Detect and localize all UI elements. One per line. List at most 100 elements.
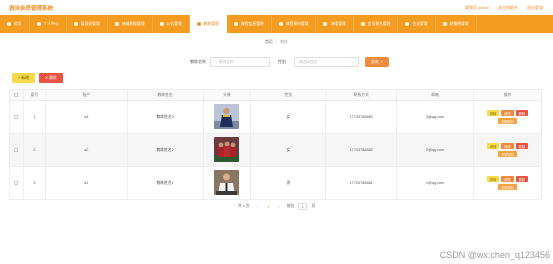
reset-password-button[interactable]: 重置密码: [498, 151, 517, 157]
cell-account: a1: [44, 166, 128, 200]
delete-button[interactable]: 删除: [515, 176, 529, 182]
cell-avatar: [202, 100, 252, 134]
nav-item-coach[interactable]: 教练管理: [189, 15, 227, 33]
col-name: 教练姓名: [126, 89, 204, 101]
cell-email: 1@qq.com: [396, 166, 474, 200]
row-checkbox[interactable]: [14, 147, 19, 152]
col-avatar: 头像: [202, 89, 252, 101]
nav-icon: [196, 22, 201, 26]
edit-button[interactable]: 修改: [501, 110, 514, 116]
cell-phone: 17703786883: [325, 100, 398, 134]
breadcrumb-separator: /: [275, 39, 278, 44]
select-all-checkbox[interactable]: [14, 92, 19, 97]
name-label: 教练名称: [190, 59, 206, 64]
cell-gender: 男: [250, 166, 327, 200]
row-select-cell[interactable]: [9, 100, 24, 134]
cell-gender: 女: [250, 133, 327, 167]
delete-button[interactable]: 删除: [515, 110, 529, 116]
cell-index: 2: [22, 133, 46, 167]
edit-button[interactable]: 修改: [501, 143, 514, 149]
nav-icon: [114, 22, 119, 26]
next-page-button[interactable]: ›: [276, 203, 283, 210]
col-account: 账户: [44, 89, 128, 101]
prev-page-button[interactable]: ‹: [254, 203, 261, 210]
table-header-row: 索引 账户 教练姓名 头像 性别 联系方式 邮箱 操作: [9, 89, 543, 101]
nav-item-course[interactable]: 课程信息管理: [227, 15, 272, 33]
cell-email: 3@qq.com: [396, 100, 474, 134]
nav-item-profile[interactable]: 个人中心: [30, 15, 67, 33]
cell-index: 3: [22, 166, 46, 200]
nav-icon: [159, 22, 164, 26]
cell-phone: 17703786881: [325, 166, 398, 200]
nav-item-home[interactable]: 首页: [0, 15, 30, 33]
row-actions: 详情 修改 删除 重置密码: [477, 176, 537, 190]
nav-item-basic-data[interactable]: 基础数据管理: [108, 15, 153, 33]
nav-icon: [36, 22, 41, 26]
nav-item-notice[interactable]: 公告管理: [153, 15, 190, 33]
row-select-cell[interactable]: [9, 166, 24, 200]
nav-icon: [73, 22, 78, 26]
logout-link[interactable]: 退出登录: [527, 5, 543, 11]
goto-page-input[interactable]: 1: [298, 203, 308, 210]
col-index: 索引: [22, 89, 46, 101]
cell-operations: 详情 修改 删除 重置密码: [472, 166, 543, 200]
coach-name-input[interactable]: ⌕ 教练名称: [210, 57, 270, 67]
col-phone: 联系方式: [325, 89, 398, 101]
breadcrumb-current: 教练: [280, 39, 289, 44]
nav-item-admin[interactable]: 管理员管理: [67, 15, 108, 33]
detail-button[interactable]: 详情: [486, 143, 500, 149]
delete-button[interactable]: 删除: [515, 143, 529, 149]
cell-account: a2: [44, 133, 128, 167]
select-all-header[interactable]: [9, 89, 24, 101]
cell-name: 教练姓名1: [126, 166, 204, 200]
nav-icon: [360, 22, 365, 26]
cell-name: 教练姓名3: [126, 100, 204, 134]
batch-delete-button[interactable]: ✕ 删除: [38, 73, 63, 83]
breadcrumb: 首页 / 教练: [0, 39, 553, 45]
col-operations: 操作: [472, 89, 543, 101]
main-nav: 首页 个人中心 管理员管理 基础数据管理 公告管理 教练管理 课程信息管理 课程…: [0, 15, 553, 33]
breadcrumb-home[interactable]: 首页: [265, 39, 273, 44]
coach-photo[interactable]: [214, 104, 240, 129]
app-title: 游泳会员管理系统: [9, 6, 54, 12]
frontend-link[interactable]: 退出到前台: [498, 5, 518, 11]
coach-photo[interactable]: [214, 137, 240, 162]
search-icon: ⌕: [215, 60, 218, 64]
reset-password-button[interactable]: 重置密码: [498, 118, 517, 124]
row-checkbox[interactable]: [14, 180, 19, 185]
goto-label: 前往: [286, 204, 295, 208]
reset-password-button[interactable]: 重置密码: [498, 184, 517, 190]
page-total: 共 1 页: [237, 204, 250, 208]
admin-link[interactable]: 管理员 admin: [465, 5, 489, 11]
cell-operations: 详情 修改 删除 重置密码: [472, 133, 543, 167]
table-row: 2 a2 教练姓名2 女 17703786882 2@qq.com 详情 修改 …: [9, 133, 543, 167]
row-actions: 详情 修改 删除 重置密码: [477, 110, 537, 124]
detail-button[interactable]: 详情: [486, 176, 500, 182]
nav-item-enrollment[interactable]: 会员报名管理: [354, 15, 399, 33]
table-row: 3 a1 教练姓名1 男 17703786881 1@qq.com 详情 修改: [9, 166, 543, 200]
col-email: 邮箱: [396, 89, 474, 101]
row-checkbox[interactable]: [14, 114, 19, 119]
top-links: 管理员 admin 退出到前台 退出登录: [465, 5, 543, 11]
nav-item-booking[interactable]: 课程预约管理: [272, 15, 317, 33]
gender-select[interactable]: 请选择性别 ⌄: [294, 57, 359, 67]
col-gender: 性别: [250, 89, 327, 101]
nav-icon: [7, 22, 11, 26]
nav-icon: [405, 22, 410, 26]
detail-button[interactable]: 详情: [486, 110, 500, 116]
action-bar: + 新增 ✕ 删除: [12, 73, 63, 83]
nav-item-member[interactable]: 会员管理: [398, 15, 436, 33]
add-button[interactable]: + 新增: [12, 73, 35, 83]
row-select-cell[interactable]: [9, 133, 24, 167]
page-suffix: 页: [311, 204, 316, 208]
cell-avatar: [202, 166, 252, 200]
row-actions: 详情 修改 删除 重置密码: [477, 143, 537, 157]
cell-operations: 详情 修改 删除 重置密码: [472, 100, 543, 134]
coach-photo[interactable]: [214, 170, 240, 195]
search-button[interactable]: 查询 ⌕: [365, 57, 389, 67]
nav-item-carousel[interactable]: 轮播图管理: [436, 15, 477, 33]
search-button-icon: ⌕: [380, 60, 383, 64]
edit-button[interactable]: 修改: [501, 176, 514, 182]
nav-item-venue[interactable]: 场馆管理: [316, 15, 354, 33]
page-number-current[interactable]: 1: [265, 203, 272, 210]
